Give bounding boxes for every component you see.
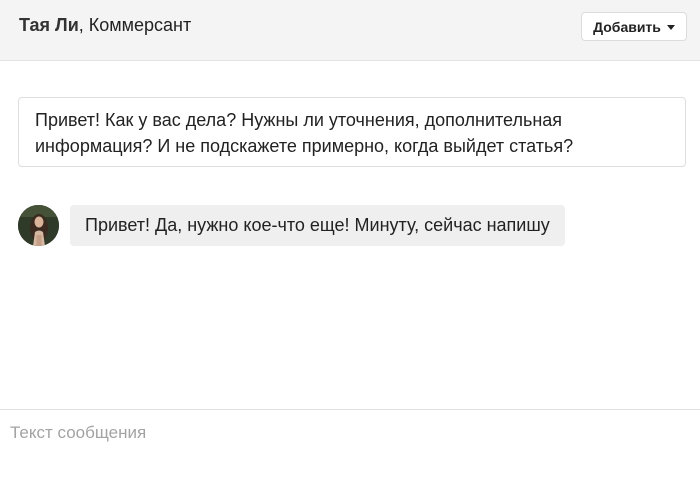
message-composer: [0, 409, 700, 500]
avatar-photo: [18, 205, 59, 246]
outgoing-message: Привет! Как у вас дела? Нужны ли уточнен…: [18, 97, 686, 167]
contact-organization: , Коммерсант: [78, 15, 192, 35]
contact-name[interactable]: Тая Ли: [19, 15, 79, 35]
message-list: Привет! Как у вас дела? Нужны ли уточнен…: [0, 62, 700, 409]
add-button[interactable]: Добавить: [581, 12, 687, 41]
avatar[interactable]: [18, 205, 59, 246]
add-button-label: Добавить: [593, 18, 661, 35]
chat-window: Тая Ли, Коммерсант Добавить Привет! Как …: [0, 0, 700, 500]
incoming-message: Привет! Да, нужно кое-что еще! Минуту, с…: [70, 205, 565, 246]
message-input[interactable]: [0, 410, 700, 500]
chat-title: Тая Ли, Коммерсант: [19, 14, 191, 36]
chat-header: Тая Ли, Коммерсант Добавить: [0, 0, 700, 61]
caret-down-icon: [666, 25, 675, 30]
